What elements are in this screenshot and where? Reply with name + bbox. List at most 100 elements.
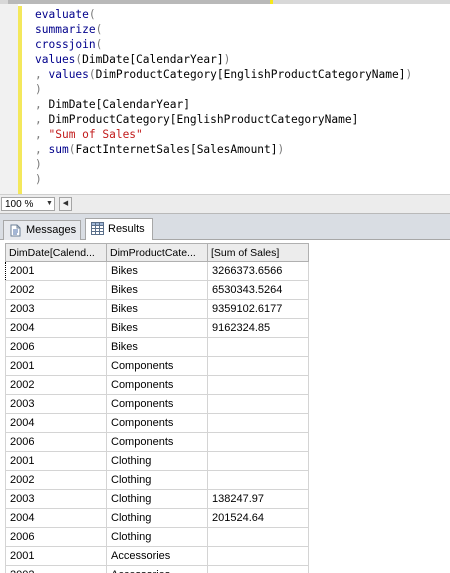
table-cell[interactable]: Bikes	[106, 261, 208, 281]
table-row[interactable]: 2003 Components	[5, 394, 309, 414]
table-cell[interactable]: 2001	[5, 261, 107, 281]
code-line[interactable]: values(DimDate[CalendarYear])	[35, 52, 412, 67]
table-cell[interactable]: Clothing	[106, 470, 208, 490]
table-cell[interactable]: 2004	[5, 413, 107, 433]
table-cell[interactable]: 138247.97	[207, 489, 309, 509]
table-cell[interactable]	[207, 413, 309, 433]
table-row[interactable]: 2002 Components	[5, 375, 309, 395]
table-row[interactable]: 2002 Bikes 6530343.5264	[5, 280, 309, 300]
code-line[interactable]: summarize(	[35, 22, 412, 37]
chevron-down-icon[interactable]: ▼	[44, 198, 55, 210]
table-row[interactable]: 2006 Clothing	[5, 527, 309, 547]
table-cell[interactable]	[207, 337, 309, 357]
table-cell[interactable]: 2002	[5, 470, 107, 490]
code-line[interactable]: , DimProductCategory[EnglishProductCateg…	[35, 112, 412, 127]
change-marker	[270, 0, 273, 4]
code-text[interactable]: evaluate(summarize(crossjoin(values(DimD…	[35, 7, 412, 187]
table-cell[interactable]: Components	[106, 375, 208, 395]
code-token: )	[223, 53, 231, 66]
table-cell[interactable]: Bikes	[106, 280, 208, 300]
code-token: ,	[35, 143, 49, 156]
table-cell[interactable]: 9359102.6177	[207, 299, 309, 319]
table-cell[interactable]: Bikes	[106, 299, 208, 319]
table-cell[interactable]: Clothing	[106, 508, 208, 528]
code-line[interactable]: , sum(FactInternetSales[SalesAmount])	[35, 142, 412, 157]
table-row[interactable]: 2006 Components	[5, 432, 309, 452]
table-cell[interactable]: 2003	[5, 489, 107, 509]
table-cell[interactable]: Bikes	[106, 318, 208, 338]
table-cell[interactable]: 2001	[5, 356, 107, 376]
table-cell[interactable]: Components	[106, 394, 208, 414]
table-cell[interactable]	[207, 375, 309, 395]
code-line[interactable]: crossjoin(	[35, 37, 412, 52]
table-row[interactable]: 2001 Clothing	[5, 451, 309, 471]
table-cell[interactable]: 9162324.85	[207, 318, 309, 338]
code-token: DimProductCategory[EnglishProductCategor…	[95, 68, 406, 81]
table-cell[interactable]: 2001	[5, 546, 107, 566]
table-row[interactable]: 2003 Clothing 138247.97	[5, 489, 309, 509]
column-header[interactable]: DimProductCate...	[106, 243, 208, 262]
table-row[interactable]: 2002 Clothing	[5, 470, 309, 490]
table-cell[interactable]: 2006	[5, 527, 107, 547]
table-row[interactable]: 2003 Bikes 9359102.6177	[5, 299, 309, 319]
tab-messages[interactable]: Messages	[3, 220, 81, 240]
table-row[interactable]: 2004 Bikes 9162324.85	[5, 318, 309, 338]
code-token: )	[277, 143, 285, 156]
editor-scroll-thumb[interactable]	[8, 0, 270, 4]
table-cell[interactable]	[207, 394, 309, 414]
table-cell[interactable]: 2006	[5, 432, 107, 452]
code-line[interactable]: , "Sum of Sales"	[35, 127, 412, 142]
table-cell[interactable]: Components	[106, 413, 208, 433]
table-row[interactable]: 2001 Components	[5, 356, 309, 376]
tab-results[interactable]: Results	[85, 218, 153, 241]
column-header[interactable]: [Sum of Sales]	[207, 243, 309, 262]
table-cell[interactable]: 2003	[5, 394, 107, 414]
table-cell[interactable]: 6530343.5264	[207, 280, 309, 300]
table-cell[interactable]: Accessories	[106, 546, 208, 566]
table-cell[interactable]	[207, 356, 309, 376]
table-cell[interactable]: Clothing	[106, 451, 208, 471]
editor-bottom-scroll-track[interactable]	[73, 198, 450, 210]
table-cell[interactable]: 2004	[5, 508, 107, 528]
table-cell[interactable]: 2002	[5, 565, 107, 573]
table-cell[interactable]: 2002	[5, 280, 107, 300]
code-line[interactable]: evaluate(	[35, 7, 412, 22]
query-editor[interactable]: evaluate(summarize(crossjoin(values(DimD…	[0, 0, 450, 194]
results-grid-pane[interactable]: DimDate[Calend... DimProductCate... [Sum…	[0, 240, 450, 573]
table-cell[interactable]: 2003	[5, 299, 107, 319]
table-cell[interactable]	[207, 527, 309, 547]
table-cell[interactable]	[207, 546, 309, 566]
editor-horizontal-scrollbar[interactable]	[0, 0, 450, 4]
table-row[interactable]: 2002Accessories	[5, 565, 309, 573]
column-header[interactable]: DimDate[Calend...	[5, 243, 107, 262]
table-cell[interactable]: 2001	[5, 451, 107, 471]
table-cell[interactable]: 3266373.6566	[207, 261, 309, 281]
table-cell[interactable]: Accessories	[106, 565, 208, 573]
table-cell[interactable]: Clothing	[106, 527, 208, 547]
results-grid[interactable]: DimDate[Calend... DimProductCate... [Sum…	[5, 243, 309, 573]
code-line[interactable]: )	[35, 172, 412, 187]
code-token: FactInternetSales[SalesAmount]	[75, 143, 278, 156]
table-cell[interactable]	[207, 470, 309, 490]
table-cell[interactable]: Bikes	[106, 337, 208, 357]
table-cell[interactable]	[207, 432, 309, 452]
table-cell[interactable]: 2004	[5, 318, 107, 338]
table-row[interactable]: 2004 Clothing 201524.64	[5, 508, 309, 528]
code-line[interactable]: )	[35, 82, 412, 97]
table-cell[interactable]: Components	[106, 356, 208, 376]
table-row[interactable]: 2004 Components	[5, 413, 309, 433]
code-line[interactable]: )	[35, 157, 412, 172]
table-cell[interactable]: Clothing	[106, 489, 208, 509]
table-cell[interactable]: 2002	[5, 375, 107, 395]
code-line[interactable]: , DimDate[CalendarYear]	[35, 97, 412, 112]
table-row[interactable]: 2001 Accessories	[5, 546, 309, 566]
table-cell[interactable]: Components	[106, 432, 208, 452]
table-row[interactable]: 2001 Bikes 3266373.6566	[5, 261, 309, 281]
table-cell[interactable]	[207, 451, 309, 471]
scroll-left-icon[interactable]: ◀	[59, 197, 72, 211]
table-cell[interactable]: 201524.64	[207, 508, 309, 528]
table-row[interactable]: 2006 Bikes	[5, 337, 309, 357]
table-cell[interactable]: 2006	[5, 337, 107, 357]
table-cell[interactable]	[207, 565, 309, 573]
code-line[interactable]: , values(DimProductCategory[EnglishProdu…	[35, 67, 412, 82]
